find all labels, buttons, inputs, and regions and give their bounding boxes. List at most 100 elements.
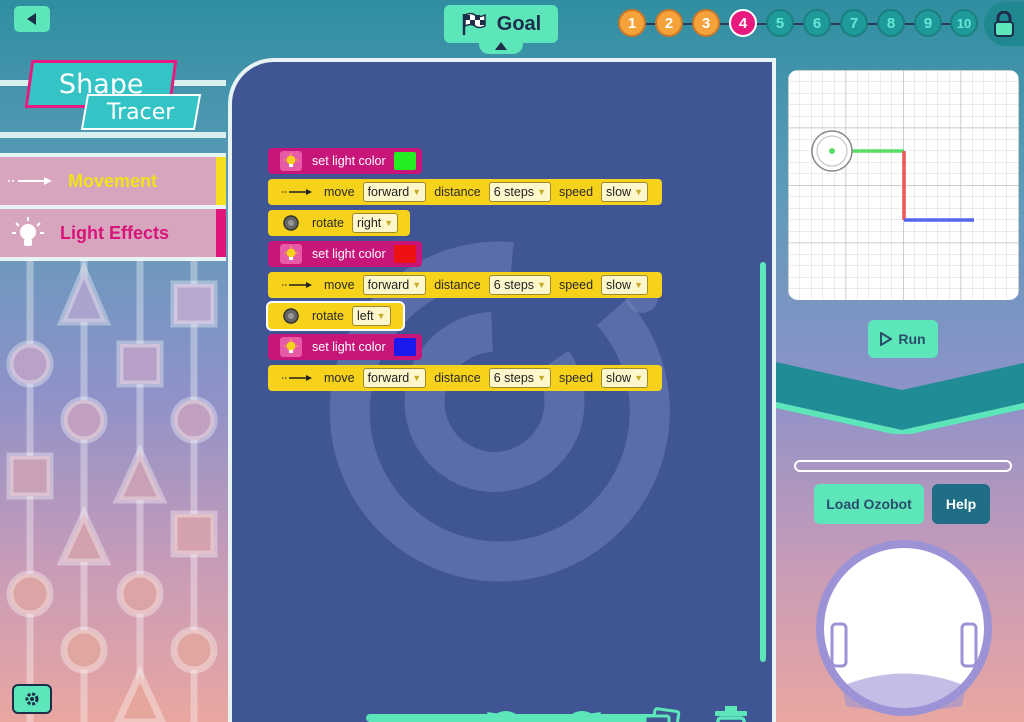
- direction-dropdown[interactable]: forward ▼: [362, 275, 427, 295]
- settings-button[interactable]: [12, 684, 52, 714]
- block-label: distance: [434, 278, 481, 292]
- app-logo: Shape Tracer: [0, 52, 226, 152]
- path-preview-grid: [788, 70, 1019, 300]
- level-5-button[interactable]: 5: [766, 9, 794, 37]
- block-rotate[interactable]: rotate right ▼: [268, 210, 411, 236]
- direction-dropdown[interactable]: forward ▼: [362, 368, 427, 388]
- lock-button[interactable]: [984, 2, 1024, 46]
- level-6-button[interactable]: 6: [803, 9, 831, 37]
- dropdown-arrow-icon: ▼: [537, 187, 546, 197]
- dropdown-value: 6 steps: [493, 185, 535, 199]
- category-movement[interactable]: Movement: [0, 157, 226, 205]
- block-label: rotate: [312, 309, 344, 323]
- speed-dropdown[interactable]: slow ▼: [601, 368, 648, 388]
- level-2-button[interactable]: 2: [655, 9, 683, 37]
- caret-up-icon: [495, 42, 507, 50]
- level-7-button[interactable]: 7: [840, 9, 868, 37]
- dropdown-arrow-icon: ▼: [537, 373, 546, 383]
- level-1-button[interactable]: 1: [618, 9, 646, 37]
- logo-tracer-plate: Tracer: [80, 94, 202, 130]
- color-swatch-blue[interactable]: [393, 338, 416, 356]
- level-4-button[interactable]: 4: [729, 9, 757, 37]
- logo-text-tracer: Tracer: [107, 99, 175, 125]
- speed-dropdown[interactable]: slow ▼: [601, 182, 648, 202]
- run-button[interactable]: Run: [868, 320, 938, 358]
- help-button[interactable]: Help: [932, 484, 990, 524]
- lock-icon: [994, 11, 1014, 37]
- dropdown-value: left: [356, 309, 374, 323]
- dropdown-value: slow: [606, 278, 632, 292]
- dropdown-arrow-icon: ▼: [412, 187, 422, 197]
- workspace-vertical-scrollbar[interactable]: [760, 262, 766, 662]
- copy-cards-icon: [643, 707, 681, 722]
- dropdown-value: 6 steps: [493, 371, 535, 385]
- decorative-shape-pattern: [6, 260, 218, 722]
- speed-dropdown[interactable]: slow ▼: [601, 275, 648, 295]
- checkered-flag-icon: [462, 12, 486, 35]
- color-swatch-red[interactable]: [393, 245, 416, 263]
- arrow-icon: [280, 182, 314, 202]
- rotate-direction-dropdown[interactable]: right ▼: [351, 213, 399, 233]
- lightbulb-icon: [280, 337, 302, 357]
- path-preview-canvas: [788, 70, 1019, 300]
- dropdown-arrow-icon: ▼: [634, 280, 643, 290]
- dropdown-value: slow: [606, 185, 632, 199]
- block-label: speed: [558, 371, 594, 385]
- level-3-button[interactable]: 3: [692, 9, 720, 37]
- play-icon: [880, 332, 893, 346]
- block-label: rotate: [312, 216, 344, 230]
- block-label: set light color: [312, 340, 386, 354]
- redo-button[interactable]: [558, 702, 608, 722]
- block-move[interactable]: move forward ▼ distance 6 steps ▼ speed sl…: [268, 179, 662, 205]
- color-swatch-green[interactable]: [393, 152, 416, 170]
- distance-dropdown[interactable]: 6 steps ▼: [488, 368, 551, 388]
- gear-icon: [25, 692, 39, 706]
- block-rotate[interactable]: rotate left ▼: [268, 303, 403, 329]
- category-movement-label: Movement: [68, 170, 158, 191]
- ozobot-marker-icon: [811, 130, 853, 172]
- block-label: distance: [434, 185, 481, 199]
- arrow-icon: [280, 368, 314, 388]
- block-set-light-color[interactable]: set light color: [268, 334, 422, 360]
- dropdown-value: right: [356, 216, 382, 230]
- back-button[interactable]: [14, 6, 50, 32]
- level-9-button[interactable]: 9: [914, 9, 942, 37]
- code-workspace[interactable]: set light color move forward ▼ distance 6…: [228, 58, 772, 722]
- block-move[interactable]: move forward ▼ distance 6 steps ▼ speed sl…: [268, 365, 662, 391]
- block-label: set light color: [312, 154, 386, 168]
- dropdown-arrow-icon: ▼: [412, 280, 422, 290]
- undo-icon: [487, 711, 522, 722]
- block-label: move: [324, 278, 355, 292]
- undo-button[interactable]: [480, 702, 530, 722]
- level-8-button[interactable]: 8: [877, 9, 905, 37]
- block-move[interactable]: move forward ▼ distance 6 steps ▼ speed sl…: [268, 272, 662, 298]
- dropdown-arrow-icon: ▼: [412, 373, 422, 383]
- distance-dropdown[interactable]: 6 steps ▼: [488, 182, 551, 202]
- category-light-effects[interactable]: Light Effects: [0, 209, 226, 257]
- dropdown-value: slow: [606, 371, 632, 385]
- load-ozobot-button[interactable]: Load Ozobot: [814, 484, 924, 524]
- delete-button[interactable]: [706, 702, 756, 722]
- dropdown-value: forward: [367, 371, 410, 385]
- back-arrow-icon: [27, 13, 36, 25]
- dropdown-arrow-icon: ▼: [634, 187, 643, 197]
- block-label: speed: [558, 185, 594, 199]
- load-progress-bar: [794, 460, 1012, 472]
- arrow-icon: [280, 275, 314, 295]
- direction-dropdown[interactable]: forward ▼: [362, 182, 427, 202]
- rotate-icon: [280, 213, 302, 233]
- distance-dropdown[interactable]: 6 steps ▼: [488, 275, 551, 295]
- level-10-button[interactable]: 10: [950, 9, 978, 37]
- rotate-direction-dropdown[interactable]: left ▼: [351, 306, 391, 326]
- block-set-light-color[interactable]: set light color: [268, 241, 422, 267]
- block-label: move: [324, 371, 355, 385]
- lightbulb-icon: [12, 217, 44, 246]
- goal-caret[interactable]: [479, 38, 523, 54]
- preview-panel: Run Load Ozobot Help: [772, 58, 1024, 722]
- lightbulb-icon: [280, 151, 302, 171]
- block-set-light-color[interactable]: set light color: [268, 148, 422, 174]
- top-bar: Goal 1 2 3 4 5 6 7 8 9 10: [0, 0, 1024, 58]
- dropdown-value: forward: [367, 278, 410, 292]
- duplicate-button[interactable]: [636, 702, 686, 722]
- level-selector: 1 2 3 4 5 6 7 8 9 10: [618, 8, 978, 38]
